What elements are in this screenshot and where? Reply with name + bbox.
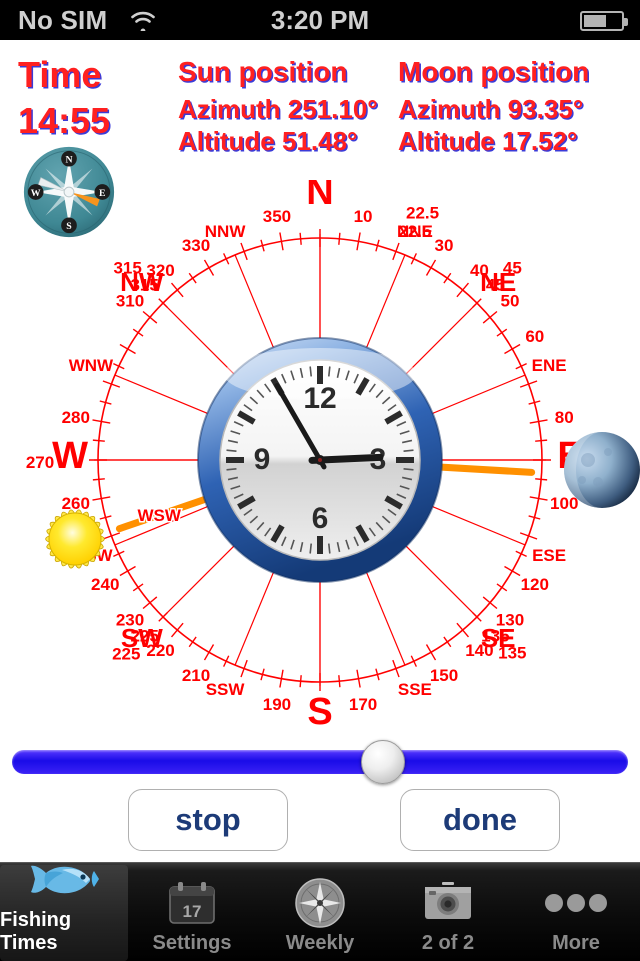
svg-text:N: N <box>65 155 72 166</box>
moon-position-title: Moon position <box>398 56 590 87</box>
done-button[interactable]: done <box>400 789 560 851</box>
sun-icon <box>33 497 117 581</box>
tab-fishing-times[interactable]: Fishing Times <box>0 865 128 961</box>
sun-sector-label: WSW <box>137 506 181 525</box>
compass-rose-icon <box>294 876 346 930</box>
degree-label: 10 <box>354 207 373 226</box>
ellipsis-icon <box>540 876 612 930</box>
cardinal-label: SSE <box>398 680 432 699</box>
moon-azimuth: Azimuth 93.35° <box>398 94 584 124</box>
tab-more[interactable]: More <box>512 865 640 961</box>
cardinal-label: NNE <box>397 222 433 241</box>
fish-icon <box>28 857 100 907</box>
stop-button[interactable]: stop <box>128 789 288 851</box>
slider-knob[interactable] <box>360 740 405 784</box>
degree-label: 22.5 <box>406 203 439 222</box>
degree-label: 60 <box>525 327 544 346</box>
cardinal-label: N <box>306 180 333 213</box>
cardinal-label: SSW <box>206 680 246 699</box>
tab-label: 2 of 2 <box>421 932 475 954</box>
sun-altitude: Altitude 51.48° <box>178 126 358 156</box>
moon-altitude: Altitude 17.52° <box>398 126 578 156</box>
cardinal-label: W <box>52 435 88 477</box>
cardinal-label: ESE <box>532 546 566 565</box>
cardinal-label: ENE <box>532 356 567 375</box>
time-value: 14:55 <box>18 100 111 141</box>
analog-clock: 12369 <box>196 336 444 584</box>
cardinal-label: NNW <box>205 222 247 241</box>
tab-label: Settings <box>152 932 232 954</box>
clock-numeral: 12 <box>303 382 336 415</box>
battery-icon <box>580 11 628 31</box>
tab-bar: Fishing Times 17 Settings Weekly 2 of 2 … <box>0 862 640 961</box>
moon-icon <box>562 424 640 516</box>
tab-label: Weekly <box>285 932 355 954</box>
status-bar: No SIM 3:20 PM <box>0 0 640 40</box>
tab-label: Fishing Times <box>0 909 72 954</box>
tab-weekly[interactable]: Weekly <box>256 865 384 961</box>
clock-numeral: 6 <box>312 502 329 535</box>
degree-label: 315 <box>113 259 141 278</box>
camera-icon <box>420 876 476 930</box>
degree-label: 30 <box>435 236 454 255</box>
tab-label: More <box>552 932 600 954</box>
time-slider[interactable] <box>12 740 628 784</box>
degree-label: 225 <box>112 645 140 664</box>
degree-label: 190 <box>263 695 291 714</box>
sun-position-title: Sun position <box>178 56 348 87</box>
degree-label: 120 <box>521 575 549 594</box>
time-label: Time <box>18 54 102 95</box>
tab-settings[interactable]: 17 Settings <box>128 865 256 961</box>
slider-track[interactable] <box>12 750 628 774</box>
degree-label: 45 <box>503 259 522 278</box>
degree-label: 280 <box>62 408 90 427</box>
cardinal-label: S <box>307 691 332 733</box>
status-time: 3:20 PM <box>270 5 370 35</box>
clock-numeral: 9 <box>254 443 271 476</box>
degree-label: 350 <box>263 207 291 226</box>
degree-label: 270 <box>26 453 54 472</box>
sun-azimuth: Azimuth 251.10° <box>178 94 378 124</box>
degree-label: 150 <box>430 666 458 685</box>
calendar-day: 17 <box>183 902 202 921</box>
degree-label: 180 <box>306 737 334 740</box>
tab-2-of-2[interactable]: 2 of 2 <box>384 865 512 961</box>
cardinal-label: WNW <box>69 356 114 375</box>
app-screen: No SIM 3:20 PM Time 14:55 Sun position A… <box>0 0 640 961</box>
calendar-icon: 17 <box>164 876 220 930</box>
degree-label: 135 <box>498 643 526 662</box>
degree-label: 170 <box>349 695 377 714</box>
